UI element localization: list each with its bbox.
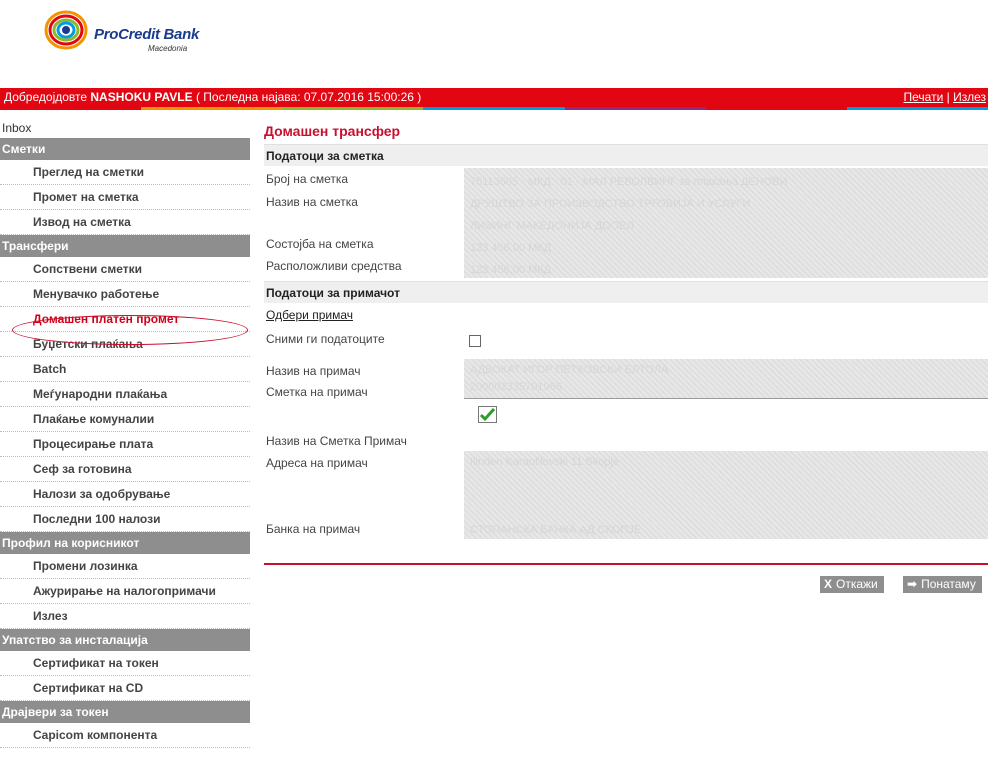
available-label: Расположливи средства <box>266 259 402 273</box>
sidebar-item[interactable]: Излез <box>0 604 250 629</box>
sidebar-item[interactable]: Домашен платен промет <box>0 307 250 332</box>
account-details: Број на сметка Назив на сметка Состојба … <box>264 166 988 278</box>
sidebar-item[interactable]: Процесирање плата <box>0 432 250 457</box>
stripe-segment <box>141 107 283 110</box>
sidebar-item[interactable]: Буџетски плаќања <box>0 332 250 357</box>
sidebar-item[interactable]: Последни 100 налози <box>0 507 250 532</box>
stripe-segment <box>423 107 565 110</box>
save-data-checkbox[interactable] <box>469 335 481 347</box>
sidebar-item[interactable]: Меѓународни плаќања <box>0 382 250 407</box>
user-name: NASHOKU PAVLE <box>90 90 193 104</box>
sidebar-item[interactable]: Налози за одобрување <box>0 482 250 507</box>
sidebar-item[interactable]: Batch <box>0 357 250 382</box>
sidebar-section-header[interactable]: Драјвери за токен <box>0 701 250 723</box>
recipient-name-label: Назив на примач <box>266 364 361 378</box>
recipient-details: Одбери примач Сними ги податоците Назив … <box>264 303 988 536</box>
account-details-blurred: 75113605 - МКД - 01 - МАЛ РЕВОЛВИНГ за п… <box>464 168 988 278</box>
stripe-segment <box>0 107 142 110</box>
recipient-account-label: Сметка на примач <box>266 385 368 399</box>
logout-link[interactable]: Излез <box>953 90 986 104</box>
arrow-right-icon: ➡ <box>907 577 918 591</box>
welcome-bar: Добредојдовте NASHOKU PAVLE ( Последна н… <box>0 88 988 107</box>
cancel-button-label: Откажи <box>836 577 878 591</box>
account-name-value: ДРУШТВО ЗА ПРОИЗВОДСТВО ТРГОВИЈА И УСЛУГ… <box>470 198 751 210</box>
sidebar-item[interactable]: Сеф за готовина <box>0 457 250 482</box>
sidebar-item[interactable]: Сертификат на CD <box>0 676 250 701</box>
sidebar-item[interactable]: Capicom компонента <box>0 723 250 748</box>
balance-label: Состојба на сметка <box>266 237 374 251</box>
sidebar-item[interactable]: Преглед на сметки <box>0 160 250 185</box>
last-login: ( Последна најава: 07.07.2016 15:00:26 ) <box>192 90 422 104</box>
recipient-section-header: Податоци за примачот <box>264 281 988 303</box>
account-name-value-2: ЛИЗИНГ МАКЕДОНИЈА ДООЕЛ <box>470 220 634 232</box>
choose-recipient-link[interactable]: Одбери примач <box>266 308 353 322</box>
procredit-logo: ProCredit Bank Macedonia <box>44 6 214 56</box>
recipient-address-value: Ilinden Karanfilovski 11 Skopje <box>470 456 619 468</box>
account-section-header: Податоци за сметка <box>264 144 988 166</box>
sidebar-section-header[interactable]: Трансфери <box>0 235 250 257</box>
account-valid-check-icon <box>478 406 497 423</box>
stripe-segment <box>846 107 988 110</box>
recipient-bank-label: Банка на примач <box>266 522 361 536</box>
logo-sub: Macedonia <box>148 44 188 53</box>
recipient-acc-name-label: Назив на Сметка Примач <box>266 434 407 448</box>
account-number-label: Број на сметка <box>266 172 349 186</box>
sidebar-section-header[interactable]: Сметки <box>0 138 250 160</box>
sidebar-item[interactable]: Сопствени сметки <box>0 257 250 282</box>
recipient-name-value: АДВОКАТ ИГОР ПЕТКОВСКИ ЕЛТОЛА <box>470 364 669 376</box>
sidebar-item[interactable]: Промени лозинка <box>0 554 250 579</box>
main-content: Домашен трансфер Податоци за сметка Број… <box>264 118 988 536</box>
color-stripe <box>0 107 988 110</box>
cancel-button[interactable]: X Откажи <box>820 576 884 593</box>
account-number-value: 75113605 - МКД - 01 - МАЛ РЕВОЛВИНГ за п… <box>470 176 788 188</box>
recipient-address-label: Адреса на примач <box>266 456 368 470</box>
topbar-links: Печати | Излез <box>904 88 988 107</box>
stripe-segment <box>282 107 424 110</box>
sidebar-section-header[interactable]: Упатство за инсталација <box>0 629 250 651</box>
print-link[interactable]: Печати <box>904 90 944 104</box>
recipient-name-account-blurred[interactable]: АДВОКАТ ИГОР ПЕТКОВСКИ ЕЛТОЛА 2000023357… <box>464 359 988 399</box>
welcome-text: Добредојдовте <box>4 90 91 104</box>
sidebar-inbox[interactable]: Inbox <box>0 118 250 138</box>
sidebar-item[interactable]: Плаќање комуналии <box>0 407 250 432</box>
available-value: 123 456,00 МКД <box>470 264 552 276</box>
stripe-segment <box>705 107 847 110</box>
page-title: Домашен трансфер <box>264 123 401 139</box>
recipient-account-value: 200002335701966 <box>470 381 562 393</box>
logo-rings-icon <box>44 10 88 50</box>
sidebar-item[interactable]: Ажурирање на налогопримачи <box>0 579 250 604</box>
sidebar-item[interactable]: Сертификат на токен <box>0 651 250 676</box>
sidebar-item[interactable]: Менувачко работење <box>0 282 250 307</box>
sidebar: Inbox Сметки Преглед на сметки Промет на с… <box>0 118 250 748</box>
stripe-segment <box>564 107 706 110</box>
balance-value: 123 456,00 МКД <box>470 242 552 254</box>
sidebar-item[interactable]: Промет на сметка <box>0 185 250 210</box>
save-data-label: Сними ги податоците <box>266 332 385 346</box>
next-button[interactable]: ➡ Понатаму <box>903 576 982 593</box>
next-button-label: Понатаму <box>921 577 976 591</box>
recipient-address-blurred[interactable]: Ilinden Karanfilovski 11 Skopje СТОПАНСК… <box>464 451 988 539</box>
account-name-label: Назив на сметка <box>266 195 358 209</box>
recipient-bank-value: СТОПАНСКА БАНКА АД СКОПЈЕ <box>470 524 642 536</box>
logo-brand: ProCredit Bank <box>94 26 199 43</box>
form-divider <box>264 563 988 565</box>
sidebar-section-header[interactable]: Профил на корисникот <box>0 532 250 554</box>
sidebar-item[interactable]: Извод на сметка <box>0 210 250 235</box>
close-icon: X <box>824 577 833 591</box>
link-separator: | <box>943 90 954 104</box>
